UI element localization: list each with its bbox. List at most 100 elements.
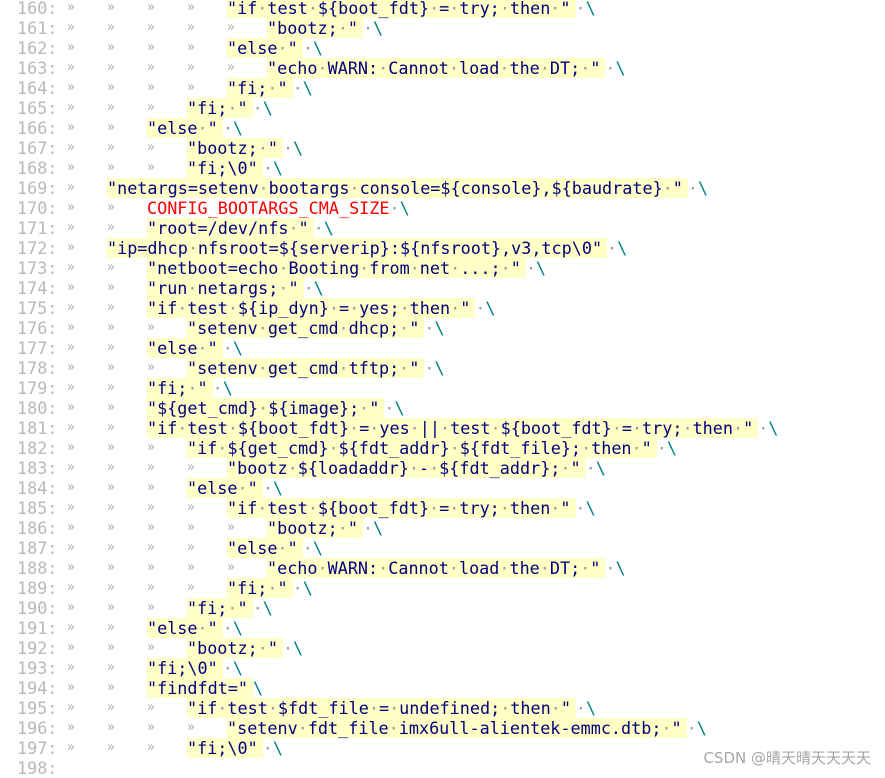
string-literal: "ip=dhcp nfsroot=${serverip}:${nfsroot},… [107,238,608,258]
tab-marker-icon: » [187,0,195,15]
tab-marker-icon: » [107,300,115,315]
tab-marker-icon: » [107,720,115,735]
tab-marker-icon: » [187,720,195,735]
tab-marker-icon: » [147,580,155,595]
code-line: 192: » » » "bootz; " \ [0,638,778,658]
line-continuation: \ [389,198,409,218]
string-literal: "if test ${ip_dyn} = yes; then " [147,298,476,318]
tab-marker-icon: » [67,440,75,455]
tab-marker-icon: » [107,620,115,635]
tab-marker-icon: » [67,40,75,55]
line-continuation: \ [576,498,596,518]
tab-marker-icon: » [187,80,195,95]
tab-marker-icon: » [107,0,115,15]
line-continuation: \ [363,18,383,38]
code-line: 181: » » "if test ${boot_fdt} = yes || test… [0,418,779,438]
line-continuation: \ [253,678,264,698]
line-continuation: \ [303,38,323,58]
tab-marker-icon: » [67,180,75,195]
line-number: 186: [17,518,58,538]
code-line: 197: » » » "fi;\0" \ [0,738,778,758]
code-line: 198: [0,758,778,778]
tab-marker-icon: » [107,200,115,215]
tab-marker-icon: » [147,700,155,715]
tab-marker-icon: » [107,580,115,595]
line-number: 163: [17,58,58,78]
tab-marker-icon: » [147,520,155,535]
tab-marker-icon: » [107,220,115,235]
code-line: 168: » » » "fi;\0" \ [0,158,778,178]
line-number: 182: [17,438,58,458]
line-number: 167: [17,138,58,158]
tab-marker-icon: » [107,60,115,75]
macro-identifier: CONFIG_BOOTARGS_CMA_SIZE [147,198,390,218]
tab-marker-icon: » [67,280,75,295]
string-literal: "echo WARN: Cannot load the DT; " [267,558,606,578]
line-continuation: \ [293,78,313,98]
code-line: 171: » » "root=/dev/nfs " \ [0,218,778,238]
tab-marker-icon: » [107,160,115,175]
code-line: 172: » "ip=dhcp nfsroot=${serverip}:${nfsr… [0,238,778,258]
line-number: 194: [17,678,58,698]
string-literal: "bootz; " [187,638,283,658]
string-literal: "fi;\0" [147,658,223,678]
code-line: 193: » » "fi;\0" \ [0,658,778,678]
code-line: 170: » » CONFIG_BOOTARGS_CMA_SIZE \ [0,198,778,218]
line-continuation: \ [253,598,273,618]
tab-marker-icon: » [147,600,155,615]
tab-marker-icon: » [187,460,195,475]
tab-marker-icon: » [67,640,75,655]
line-number: 193: [17,658,58,678]
line-continuation: \ [586,458,606,478]
tab-marker-icon: » [67,520,75,535]
tab-marker-icon: » [107,120,115,135]
line-continuation: \ [223,618,243,638]
line-continuation: \ [263,158,283,178]
code-line: 184: » » » "else " \ [0,478,778,498]
line-number: 165: [17,98,58,118]
tab-marker-icon: » [187,580,195,595]
code-line: 164: » » » » "fi; " \ [0,78,778,98]
line-number: 185: [17,498,58,518]
line-number: 164: [17,78,58,98]
tab-marker-icon: » [227,60,235,75]
tab-marker-icon: » [147,480,155,495]
tab-marker-icon: » [147,160,155,175]
tab-marker-icon: » [147,360,155,375]
line-number: 198: [17,758,58,778]
tab-marker-icon: » [107,480,115,495]
code-line: 169: » "netargs=setenv bootargs console=${… [0,178,778,198]
code-line: 190: » » » "fi; " \ [0,598,778,618]
tab-marker-icon: » [187,560,195,575]
tab-marker-icon: » [67,160,75,175]
string-literal: "bootz; " [187,138,283,158]
tab-marker-icon: » [107,420,115,435]
tab-marker-icon: » [107,340,115,355]
code-line: 177: » » "else " \ [0,338,778,358]
tab-marker-icon: » [67,60,75,75]
line-number: 190: [17,598,58,618]
string-literal: "fi; " [187,598,253,618]
tab-marker-icon: » [107,280,115,295]
code-editor[interactable]: 160: » » » » "if test ${boot_fdt} = try; then… [0,0,779,778]
line-number: 189: [17,578,58,598]
string-literal: "else " [187,478,263,498]
string-literal: "bootz; " [267,18,363,38]
string-literal: "setenv fdt_file imx6ull-alientek-emmc.d… [227,718,687,738]
tab-marker-icon: » [147,320,155,335]
line-number: 170: [17,198,58,218]
tab-marker-icon: » [67,540,75,555]
code-line: 196: » » » » "setenv fdt_file imx6ull-aliente… [0,718,778,738]
string-literal: "else " [227,38,303,58]
string-literal: "fi; " [227,578,293,598]
tab-marker-icon: » [107,380,115,395]
tab-marker-icon: » [107,560,115,575]
line-continuation: \ [605,58,625,78]
tab-marker-icon: » [67,340,75,355]
tab-marker-icon: » [67,240,75,255]
tab-marker-icon: » [227,560,235,575]
tab-marker-icon: » [147,80,155,95]
code-line: 185: » » » » "if test ${boot_fdt} = try; then… [0,498,778,518]
line-number: 172: [17,238,58,258]
line-number: 180: [17,398,58,418]
